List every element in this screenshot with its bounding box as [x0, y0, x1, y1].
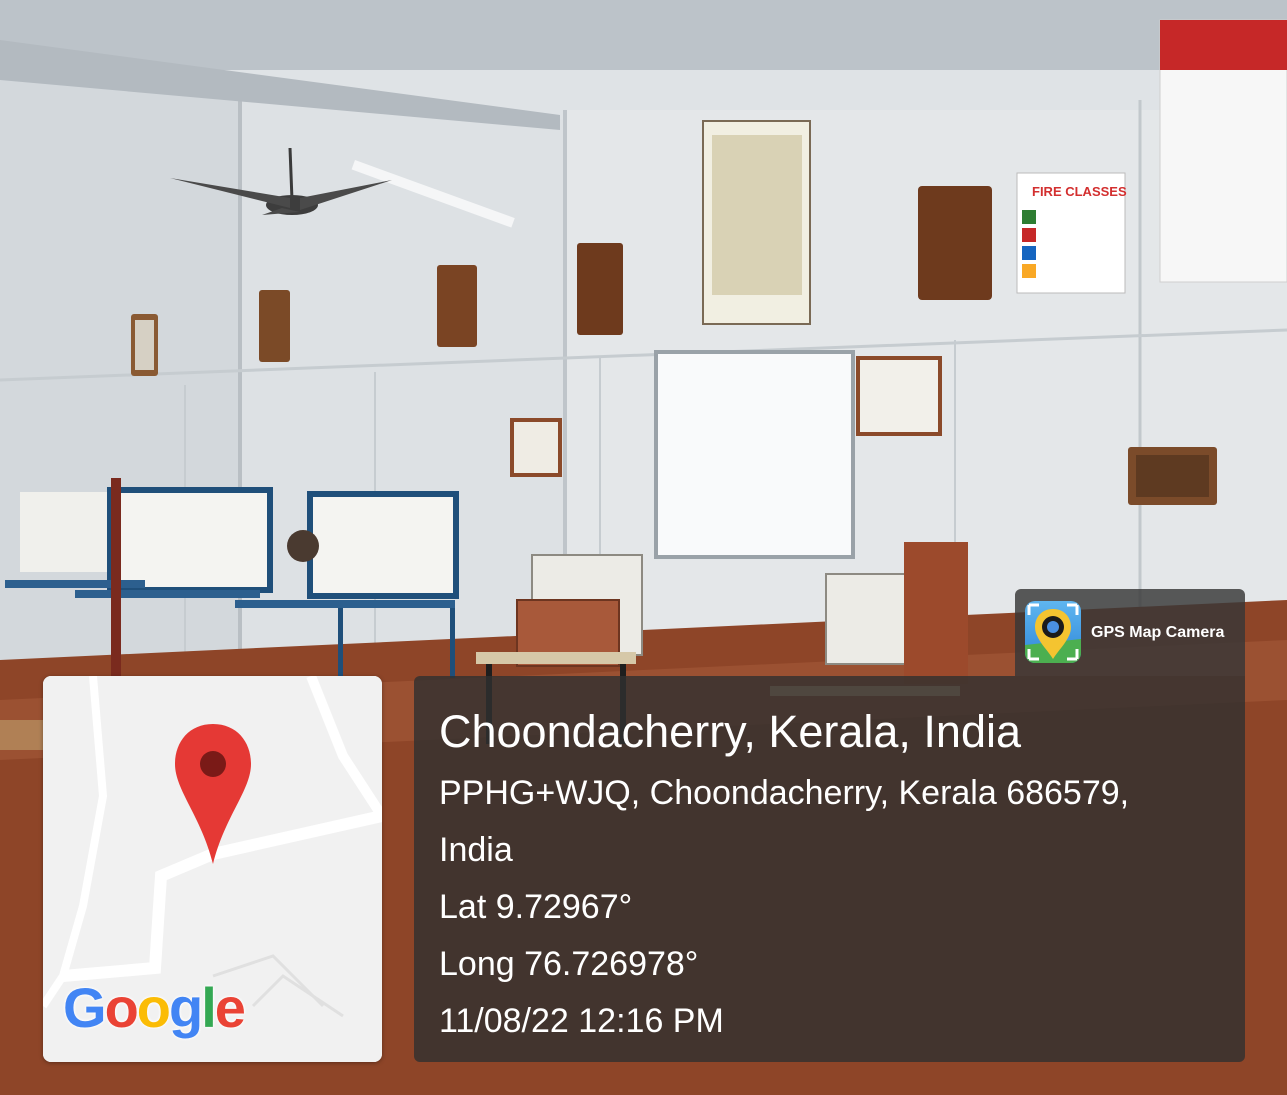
- longitude-text: Long 76.726978°: [439, 945, 699, 983]
- fire-classes-heading: FIRE CLASSES: [1032, 184, 1127, 199]
- location-title: Choondacherry, Kerala, India: [439, 706, 1022, 757]
- gps-app-name: GPS Map Camera: [1091, 624, 1225, 641]
- location-info-panel: Choondacherry, Kerala, India PPHG+WJQ, C…: [414, 676, 1245, 1062]
- gps-app-badge: GPS Map Camera: [1015, 589, 1245, 676]
- map-thumbnail[interactable]: Google: [43, 676, 382, 1062]
- google-letter-o2: o: [136, 976, 171, 1039]
- address-line-2: India: [439, 831, 513, 869]
- google-letter-g2: g: [169, 976, 203, 1039]
- google-letter-e: e: [214, 976, 246, 1039]
- datetime-text: 11/08/22 12:16 PM: [439, 1002, 724, 1040]
- gps-map-camera-icon: [1025, 601, 1081, 663]
- google-letter-o1: o: [104, 976, 139, 1039]
- google-logo: Google: [63, 980, 246, 1036]
- google-letter-g: G: [63, 976, 107, 1039]
- google-letter-l: l: [201, 976, 217, 1039]
- address-line-1: PPHG+WJQ, Choondacherry, Kerala 686579,: [439, 774, 1130, 812]
- location-pin-icon: [175, 724, 251, 864]
- latitude-text: Lat 9.72967°: [439, 888, 633, 926]
